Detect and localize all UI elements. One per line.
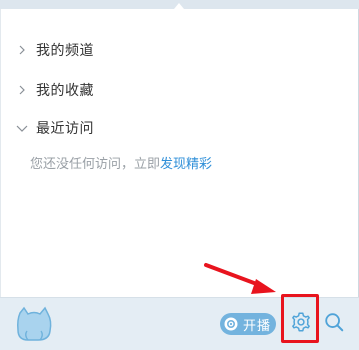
search-button[interactable] xyxy=(321,311,347,337)
broadcast-icon xyxy=(223,316,239,332)
pointer-caret xyxy=(174,3,184,9)
menu-item-label: 我的频道 xyxy=(36,43,94,59)
go-live-button[interactable]: 开播 xyxy=(220,313,276,335)
annotation-highlight-box xyxy=(281,294,319,343)
chevron-right-icon xyxy=(14,82,30,98)
recent-empty-text: 您还没任何访问，立即 xyxy=(30,157,161,172)
menu-item-label: 最近访问 xyxy=(36,121,94,137)
search-icon xyxy=(323,311,345,337)
recent-empty-message: 您还没任何访问，立即发现精彩 xyxy=(30,153,212,172)
chevron-right-icon xyxy=(14,42,30,58)
menu-item-my-favorites[interactable]: 我的收藏 xyxy=(14,78,94,102)
cat-mascot-icon[interactable] xyxy=(14,305,54,343)
menu-item-recent-visits[interactable]: 最近访问 xyxy=(14,116,94,140)
menu-item-my-channels[interactable]: 我的频道 xyxy=(14,38,94,62)
chevron-down-icon xyxy=(14,120,30,136)
panel-left-edge xyxy=(0,9,1,297)
menu-item-label: 我的收藏 xyxy=(36,83,94,99)
go-live-label: 开播 xyxy=(243,318,272,334)
discover-link[interactable]: 发现精彩 xyxy=(160,157,212,172)
top-border-bar xyxy=(0,0,359,9)
